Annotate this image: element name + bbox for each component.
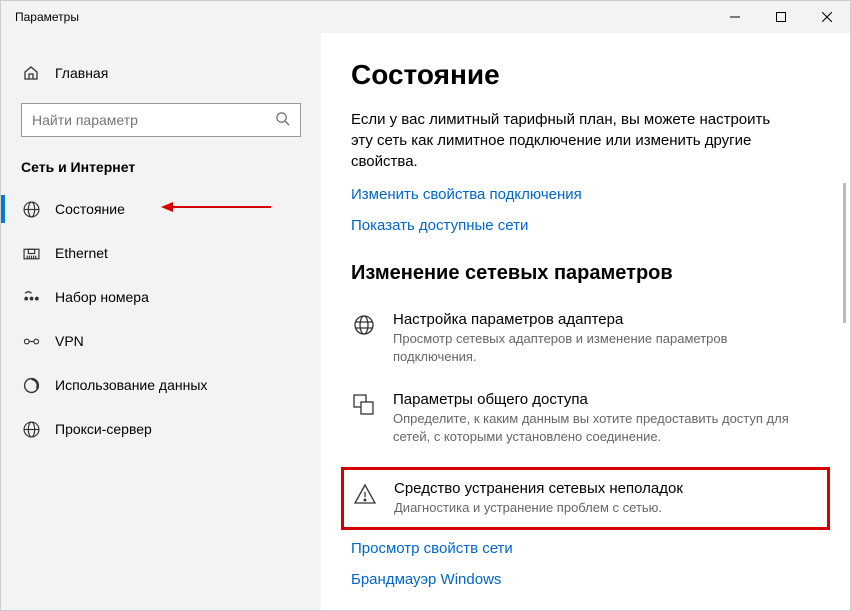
- link-connection-properties[interactable]: Изменить свойства подключения: [351, 186, 810, 203]
- option-title: Средство устранения сетевых неполадок: [394, 480, 817, 497]
- nav-label: VPN: [55, 333, 84, 349]
- nav-list: Состояние Ethernet Набор номера: [1, 187, 321, 451]
- option-title: Параметры общего доступа: [393, 391, 810, 408]
- page-title: Состояние: [351, 59, 810, 91]
- link-available-networks[interactable]: Показать доступные сети: [351, 217, 810, 234]
- nav-label: Состояние: [55, 201, 125, 217]
- nav-item-ethernet[interactable]: Ethernet: [1, 231, 321, 275]
- nav-label: Использование данных: [55, 377, 207, 393]
- nav-item-status[interactable]: Состояние: [1, 187, 321, 231]
- maximize-button[interactable]: [758, 1, 804, 33]
- window-title: Параметры: [15, 10, 79, 24]
- section-heading: Изменение сетевых параметров: [351, 262, 810, 285]
- search-box[interactable]: [21, 103, 301, 137]
- sidebar: Главная Сеть и Интернет С: [1, 33, 321, 610]
- data-usage-icon: [21, 377, 41, 394]
- warning-icon: [352, 480, 378, 506]
- nav-item-dialup[interactable]: Набор номера: [1, 275, 321, 319]
- scrollbar[interactable]: [843, 183, 846, 323]
- adapter-icon: [351, 311, 377, 337]
- search-icon: [275, 111, 290, 129]
- sharing-icon: [351, 391, 377, 417]
- option-troubleshooter[interactable]: Средство устранения сетевых неполадок Ди…: [352, 476, 817, 521]
- option-subtitle: Определите, к каким данным вы хотите пре…: [393, 410, 810, 445]
- nav-item-datausage[interactable]: Использование данных: [1, 363, 321, 407]
- nav-item-vpn[interactable]: VPN: [1, 319, 321, 363]
- home-label: Главная: [55, 65, 108, 81]
- option-adapter-settings[interactable]: Настройка параметров адаптера Просмотр с…: [351, 307, 810, 369]
- titlebar: Параметры: [1, 1, 850, 33]
- globe-icon: [21, 201, 41, 218]
- option-subtitle: Диагностика и устранение проблем с сетью…: [394, 499, 817, 517]
- ethernet-icon: [21, 245, 41, 262]
- window-controls: [712, 1, 850, 33]
- link-view-properties[interactable]: Просмотр свойств сети: [351, 540, 810, 557]
- category-heading: Сеть и Интернет: [1, 159, 321, 175]
- minimize-button[interactable]: [712, 1, 758, 33]
- home-nav[interactable]: Главная: [1, 57, 321, 89]
- highlight-annotation: Средство устранения сетевых неполадок Ди…: [341, 467, 830, 530]
- option-title: Настройка параметров адаптера: [393, 311, 810, 328]
- close-button[interactable]: [804, 1, 850, 33]
- proxy-icon: [21, 421, 41, 438]
- content-area: Состояние Если у вас лимитный тарифный п…: [321, 33, 850, 610]
- page-description: Если у вас лимитный тарифный план, вы мо…: [351, 109, 781, 172]
- vpn-icon: [21, 333, 41, 350]
- home-icon: [21, 65, 41, 81]
- link-firewall[interactable]: Брандмауэр Windows: [351, 571, 810, 588]
- nav-label: Прокси-сервер: [55, 421, 152, 437]
- nav-label: Ethernet: [55, 245, 108, 261]
- option-subtitle: Просмотр сетевых адаптеров и изменение п…: [393, 330, 810, 365]
- nav-label: Набор номера: [55, 289, 149, 305]
- dialup-icon: [21, 289, 41, 306]
- option-sharing[interactable]: Параметры общего доступа Определите, к к…: [351, 387, 810, 449]
- search-input[interactable]: [32, 112, 275, 128]
- nav-item-proxy[interactable]: Прокси-сервер: [1, 407, 321, 451]
